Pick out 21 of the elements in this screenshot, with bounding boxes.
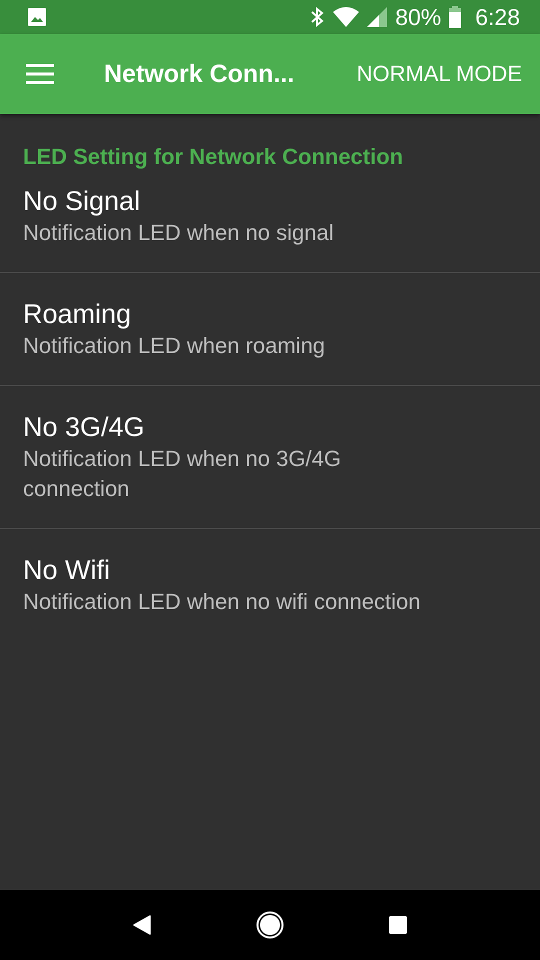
clock-time: 6:28	[475, 4, 520, 30]
back-button[interactable]	[132, 915, 151, 935]
menu-button[interactable]	[26, 63, 54, 85]
screen-title: Network Conn...	[104, 60, 296, 88]
setting-summary: Notification LED when no 3G/4G connection	[23, 445, 342, 503]
recents-button[interactable]	[389, 916, 408, 934]
setting-summary: Notification LED when no wifi connection	[23, 588, 422, 616]
setting-summary: Notification LED when no signal	[23, 219, 335, 247]
setting-summary: Notification LED when roaming	[23, 332, 326, 360]
section-header: LED Setting for Network Connection	[22, 143, 404, 170]
wifi-icon	[333, 7, 360, 27]
setting-title[interactable]: No Signal	[23, 184, 517, 218]
battery-percentage: 80%	[395, 4, 442, 30]
setting-title[interactable]: No 3G/4G	[23, 410, 517, 444]
signal-icon	[367, 7, 388, 27]
setting-title[interactable]: Roaming	[23, 297, 517, 331]
image-icon	[28, 8, 46, 26]
bluetooth-icon	[309, 7, 326, 27]
setting-title[interactable]: No Wifi	[23, 553, 517, 587]
battery-icon	[449, 6, 462, 28]
home-button[interactable]	[256, 911, 284, 939]
